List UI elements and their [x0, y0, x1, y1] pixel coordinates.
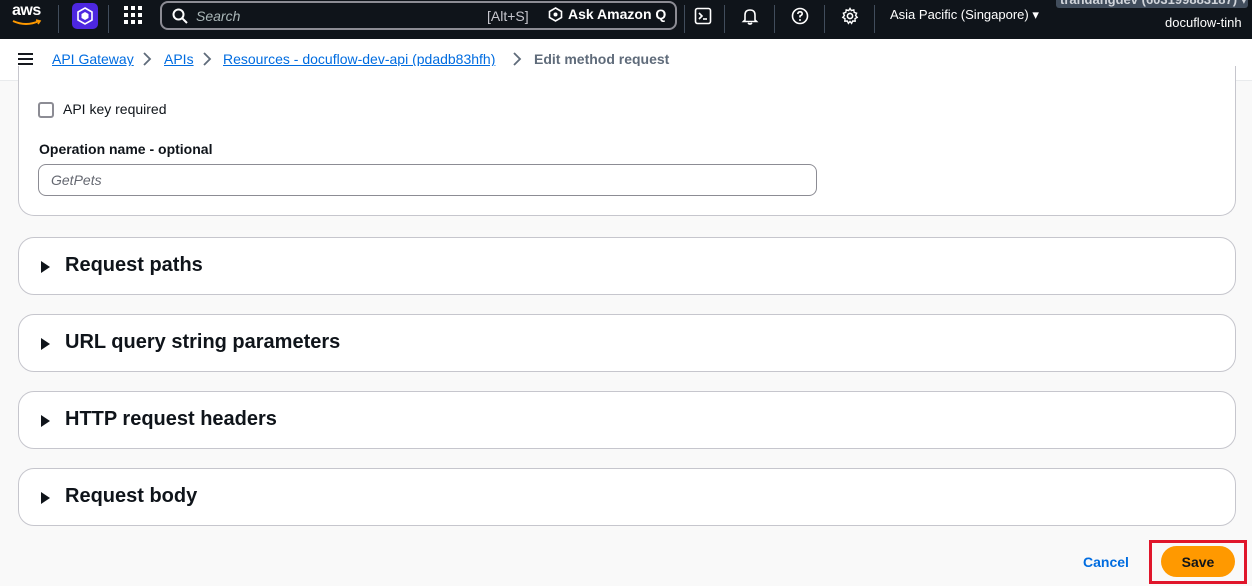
search-placeholder: Search — [196, 8, 241, 24]
services-menu-icon[interactable] — [124, 6, 142, 24]
section-title: URL query string parameters — [65, 331, 341, 353]
region-selector[interactable]: Asia Pacific (Singapore) ▾ — [890, 7, 1039, 23]
nav-divider — [58, 5, 59, 33]
chevron-right-icon — [143, 52, 152, 66]
help-icon — [791, 7, 809, 25]
aws-smile-icon — [12, 19, 42, 25]
section-url-query-string-parameters[interactable]: URL query string parameters — [18, 314, 1236, 372]
api-key-required-label[interactable]: API key required — [63, 101, 167, 117]
menu-icon[interactable] — [18, 53, 33, 66]
search-bar[interactable]: Search [Alt+S] Ask Amazon Q — [160, 1, 677, 30]
nav-divider — [724, 5, 725, 33]
nav-divider — [684, 5, 685, 33]
settings-button[interactable] — [838, 4, 862, 28]
account-menu[interactable]: trandangdev (603199883187) ▾ — [1056, 0, 1248, 8]
caret-right-icon — [41, 415, 50, 427]
caret-right-icon — [41, 492, 50, 504]
bell-icon — [741, 9, 759, 25]
section-title: Request body — [65, 485, 198, 507]
notifications-button[interactable] — [738, 4, 762, 28]
section-title: Request paths — [65, 254, 203, 276]
section-request-body[interactable]: Request body — [18, 468, 1236, 526]
amazon-q-icon — [548, 6, 563, 22]
chevron-right-icon — [203, 52, 212, 66]
breadcrumb-apis[interactable]: APIs — [164, 51, 194, 67]
api-key-required-checkbox[interactable] — [38, 102, 54, 118]
section-request-paths[interactable]: Request paths — [18, 237, 1236, 295]
caret-right-icon — [41, 338, 50, 350]
cloudshell-button[interactable] — [691, 4, 715, 28]
user-name[interactable]: docuflow-tinh — [1165, 15, 1242, 30]
section-title: HTTP request headers — [65, 408, 277, 430]
ask-amazon-q-button[interactable]: Ask Amazon Q — [548, 6, 666, 22]
cloudshell-icon — [694, 7, 712, 25]
nav-divider — [824, 5, 825, 33]
caret-right-icon — [41, 261, 50, 273]
nav-divider — [774, 5, 775, 33]
operation-name-label: Operation name - optional — [39, 141, 213, 157]
nav-divider — [874, 5, 875, 33]
save-button[interactable]: Save — [1161, 546, 1235, 577]
hexagon-icon — [77, 7, 93, 25]
breadcrumb-current: Edit method request — [534, 51, 670, 67]
gear-icon — [841, 7, 859, 25]
search-shortcut: [Alt+S] — [487, 8, 529, 24]
aws-logo-text: aws — [12, 2, 41, 19]
aws-logo[interactable]: aws — [12, 3, 44, 33]
cancel-button[interactable]: Cancel — [1075, 548, 1137, 576]
operation-name-input[interactable] — [38, 164, 817, 196]
breadcrumb-resources[interactable]: Resources - docuflow-dev-api (pdadb83hfh… — [223, 51, 495, 67]
chevron-right-icon — [513, 52, 522, 66]
ask-amazon-q-label: Ask Amazon Q — [568, 6, 667, 22]
top-navigation-bar: aws Search [Alt+S] Ask Amazon Q Asia Pac… — [0, 0, 1252, 39]
api-gateway-service-icon[interactable] — [72, 3, 98, 29]
section-http-request-headers[interactable]: HTTP request headers — [18, 391, 1236, 449]
nav-divider — [108, 5, 109, 33]
search-icon — [172, 8, 188, 24]
breadcrumb-api-gateway[interactable]: API Gateway — [52, 51, 134, 67]
help-button[interactable] — [788, 4, 812, 28]
